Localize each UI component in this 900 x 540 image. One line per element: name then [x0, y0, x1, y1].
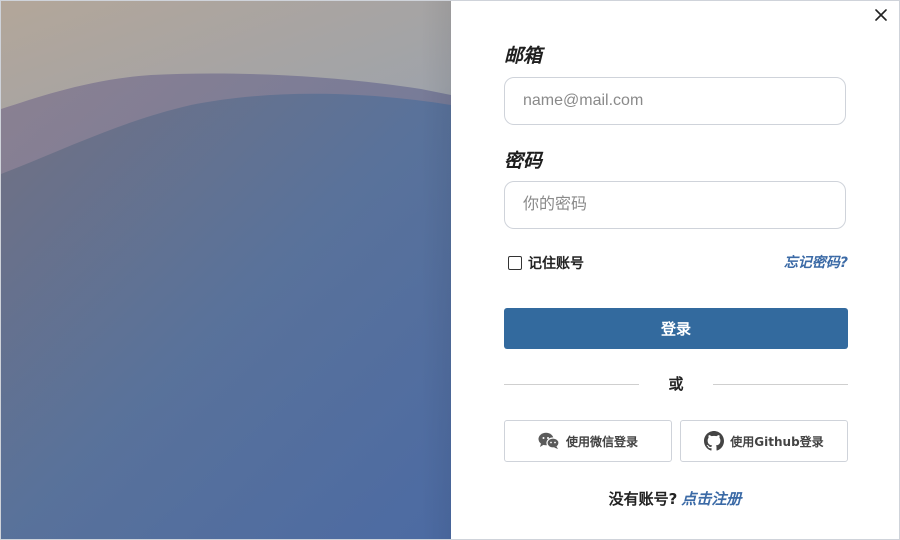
signup-link[interactable]: 点击注册 [681, 490, 741, 508]
remember-label: 记住账号 [528, 256, 584, 272]
wechat-icon [538, 432, 560, 449]
login-dialog: 邮箱 密码 记住账号 忘记密码? 登录 或 [0, 0, 900, 540]
forgot-password-link[interactable]: 忘记密码? [784, 252, 848, 272]
close-icon [875, 9, 887, 21]
login-form-panel: 邮箱 密码 记住账号 忘记密码? 登录 或 [451, 1, 899, 539]
email-label: 邮箱 [504, 45, 543, 67]
password-input[interactable] [504, 181, 846, 229]
email-input[interactable] [504, 77, 846, 125]
close-button[interactable] [871, 5, 891, 25]
divider-line-right [713, 384, 848, 385]
github-login-button[interactable]: 使用Github登录 [680, 420, 848, 462]
signup-prompt: 没有账号? [608, 490, 678, 508]
or-divider: 或 [504, 373, 848, 395]
wechat-login-button[interactable]: 使用微信登录 [504, 420, 672, 462]
remember-account: 记住账号 [508, 253, 584, 273]
login-button[interactable]: 登录 [504, 308, 848, 349]
signup-row: 没有账号? 点击注册 [451, 488, 899, 509]
wave-illustration [1, 73, 451, 539]
github-icon [704, 431, 725, 451]
github-login-label: 使用Github登录 [730, 434, 824, 449]
password-label: 密码 [504, 150, 543, 172]
wechat-login-label: 使用微信登录 [565, 434, 638, 449]
art-edge-shadow [421, 1, 451, 539]
decorative-art-panel [1, 1, 451, 539]
remember-checkbox[interactable] [508, 256, 522, 270]
